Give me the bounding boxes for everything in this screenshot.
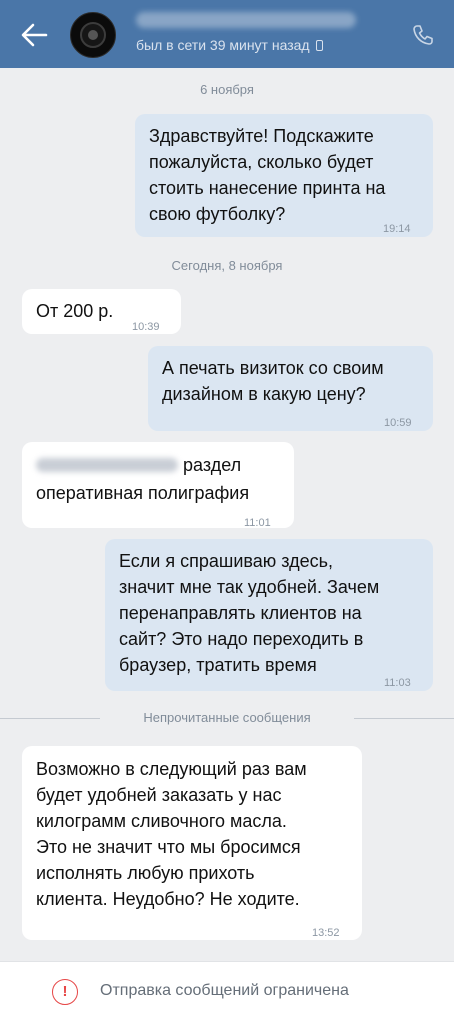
contact-name-redacted[interactable] — [136, 12, 356, 28]
message-time: 11:03 — [384, 677, 411, 689]
message-bubble-outgoing[interactable]: Здравствуйте! Подскажите пожалуйста, ско… — [135, 114, 433, 237]
message-text-line: оперативная полиграфия — [36, 483, 250, 503]
message-time: 13:52 — [312, 927, 340, 939]
date-separator: Сегодня, 8 ноября — [171, 258, 283, 273]
phone-device-icon — [315, 40, 323, 51]
warning-circle-icon: ! — [52, 979, 78, 1005]
restriction-text: Отправка сообщений ограничена — [100, 982, 349, 999]
message-text: От 200 р. — [36, 301, 114, 321]
message-time: 10:39 — [132, 321, 160, 333]
chat-header: был в сети 39 минут назад — [0, 0, 454, 68]
message-time: 19:14 — [383, 223, 411, 235]
date-separator: 6 ноября — [200, 82, 254, 97]
status-text: был в сети 39 минут назад — [136, 37, 310, 53]
unread-messages-label: Непрочитанные сообщения — [143, 710, 311, 725]
message-bubble-incoming[interactable]: Возможно в следующий раз вам будет удобн… — [22, 746, 362, 940]
message-text: Здравствуйте! Подскажите пожалуйста, ско… — [149, 126, 386, 224]
back-button[interactable] — [18, 20, 50, 50]
message-text: А печать визиток со своим дизайном в как… — [162, 358, 384, 404]
message-bubble-incoming[interactable]: От 200 р. 10:39 — [22, 289, 181, 334]
messaging-restricted-bar: ! Отправка сообщений ограничена — [0, 961, 454, 1019]
message-time: 10:59 — [384, 417, 412, 429]
message-text-line: раздел — [183, 455, 242, 475]
avatar[interactable] — [70, 12, 116, 58]
arrow-left-icon — [21, 23, 48, 47]
call-button[interactable] — [410, 22, 436, 48]
redacted-name — [36, 458, 178, 472]
online-status: был в сети 39 минут назад — [136, 37, 323, 53]
message-bubble-incoming[interactable]: раздел оперативная полиграфия 11:01 — [22, 442, 294, 529]
phone-call-icon — [413, 25, 433, 45]
message-bubble-outgoing[interactable]: А печать визиток со своим дизайном в как… — [148, 346, 433, 431]
message-text: Возможно в следующий раз вам будет удобн… — [36, 759, 307, 909]
message-time: 11:01 — [244, 517, 271, 529]
message-bubble-outgoing[interactable]: Если я спрашиваю здесь, значит мне так у… — [105, 539, 433, 691]
message-text: Если я спрашиваю здесь, значит мне так у… — [119, 551, 380, 675]
